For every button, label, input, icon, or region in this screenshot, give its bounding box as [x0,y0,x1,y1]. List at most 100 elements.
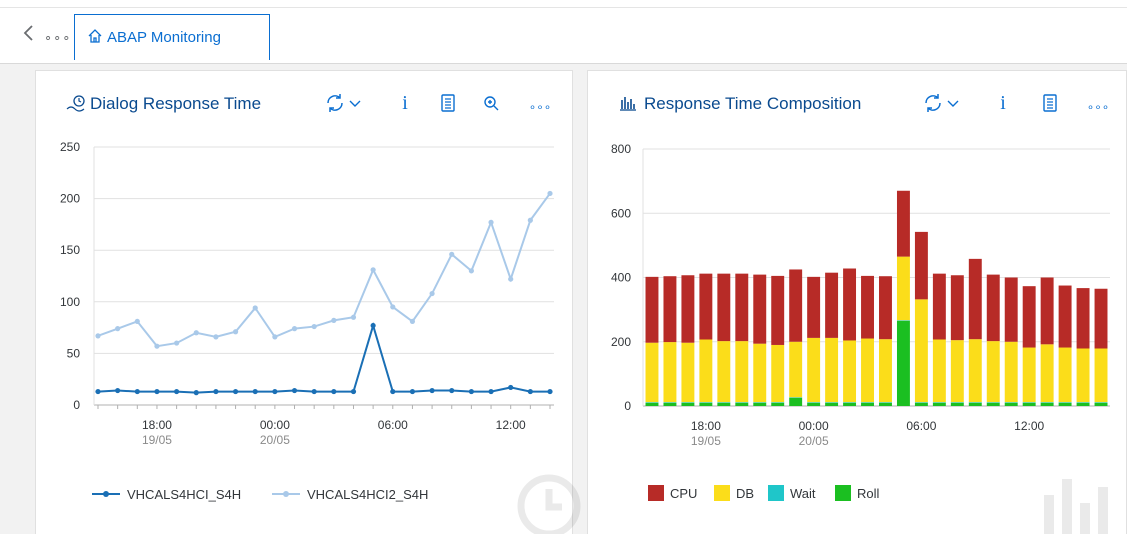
bar-segment-cpu [699,273,713,340]
bar-segment-roll [1094,402,1108,406]
bar-segment-db [879,339,892,403]
bar-segment-db [950,340,964,403]
bar-segment-cpu [771,275,785,345]
bar-segment-db [932,339,946,403]
data-point [350,314,357,320]
bar-segment-roll [789,397,803,406]
card-title: Response Time Composition [644,94,862,113]
bar-segment-wait [681,402,695,403]
legend-label: VHCALS4HCI2_S4H [307,486,429,502]
y-tick-label: 250 [60,140,80,154]
bar-segment-wait [843,402,857,403]
chevron-down-icon [349,100,361,107]
back-button[interactable] [22,24,40,46]
dialog-response-time-chart: 0 50 100 150 200 250 18:0019/05 00:0020/05 06:00… [60,140,554,447]
legend-item-series-2[interactable]: VHCALS4HCI2_S4H [271,486,428,502]
bar-segment-cpu [914,231,928,300]
x-tick-date-label: 19/05 [691,434,721,448]
data-point [134,318,140,325]
bar-segment-roll [986,402,1000,406]
bar-segment-db [699,339,713,403]
legend-item-roll[interactable]: Roll [835,485,879,501]
bar-segment-cpu [1094,288,1108,349]
info-button[interactable]: i [398,91,412,115]
data-point [115,326,121,332]
bar-segment-wait [717,402,731,403]
chevron-left-icon [23,25,33,41]
bar-segment-db [1040,344,1054,403]
series-line-1 [97,322,550,394]
data-point [232,329,239,335]
more-button[interactable]: ∘∘∘ [528,95,552,119]
data-point [508,276,514,282]
more-button[interactable]: ∘∘∘ [1086,95,1110,119]
y-tick-label: 400 [611,271,631,285]
data-point [370,267,376,273]
clock-watermark-icon [517,474,581,534]
bar-segment-cpu [1004,277,1018,342]
bar-segment-db [1058,347,1072,403]
table-view-button[interactable] [1042,91,1060,115]
bar-segment-roll [1040,402,1054,406]
bar-segment-cpu [896,190,910,257]
legend-item-series-1[interactable]: VHCALS4HCI_S4H [91,486,241,502]
data-point [115,387,121,394]
refresh-icon [925,94,941,112]
data-point [527,388,533,395]
bar-segment-wait [699,402,713,403]
bar-segment-db [1076,348,1090,403]
bar-segment-roll [645,402,659,406]
tab-overflow-button[interactable]: ∘∘∘ [44,30,71,46]
data-point [488,219,494,225]
bar-segment-wait [1040,402,1054,403]
bar-segment-db [914,299,928,403]
bar-segment-wait [968,402,982,403]
bar-segment-roll [950,402,964,406]
data-point [272,334,278,340]
x-tick-label: 00:00 [799,419,829,433]
series-line-2 [97,192,551,348]
bar-segment-cpu [1040,277,1054,345]
table-view-button[interactable] [440,91,458,115]
data-point [95,388,101,395]
data-point [213,388,219,395]
legend-item-cpu[interactable]: CPU [648,485,697,501]
bar-segment-cpu [879,276,892,340]
data-point [174,340,180,346]
bar-segment-roll [807,402,821,406]
data-point [331,388,337,395]
zoom-in-button[interactable] [482,91,500,115]
bar-segment-cpu [807,276,821,338]
x-tick-label: 18:00 [142,418,172,432]
bar-segment-db [1094,348,1108,403]
legend-item-db[interactable]: DB [714,485,754,501]
bar-segment-cpu [1058,285,1072,348]
bar-segment-db [843,340,857,403]
bar-segment-db [771,344,785,403]
x-tick-label: 12:00 [1014,419,1044,433]
bar-segment-wait [807,402,821,403]
bar-segment-roll [861,402,874,406]
legend-item-wait[interactable]: Wait [768,485,816,501]
bar-segment-wait [914,402,928,403]
data-point [291,326,298,332]
response-time-composition-card: Response Time Composition i ∘∘∘ 0 200 400 6… [587,70,1127,534]
info-button[interactable]: i [996,91,1010,115]
legend-swatch [835,485,851,501]
data-point [429,387,435,394]
x-tick-label: 06:00 [906,419,936,433]
tab-abap-monitoring[interactable]: ABAP Monitoring [74,14,270,60]
refresh-dropdown-button[interactable] [946,91,962,115]
bar-segment-wait [932,402,946,403]
bar-segment-db [986,341,1000,403]
y-tick-label: 0 [73,398,80,412]
bar-segment-cpu [645,276,659,343]
bar-segment-wait [896,320,910,321]
refresh-dropdown-button[interactable] [348,91,364,115]
bar-segment-roll [717,402,731,406]
bar-segment-db [1004,341,1018,403]
y-tick-label: 50 [67,346,81,360]
bar-segment-roll [932,402,946,406]
refresh-button[interactable] [922,91,944,115]
refresh-button[interactable] [324,91,346,115]
